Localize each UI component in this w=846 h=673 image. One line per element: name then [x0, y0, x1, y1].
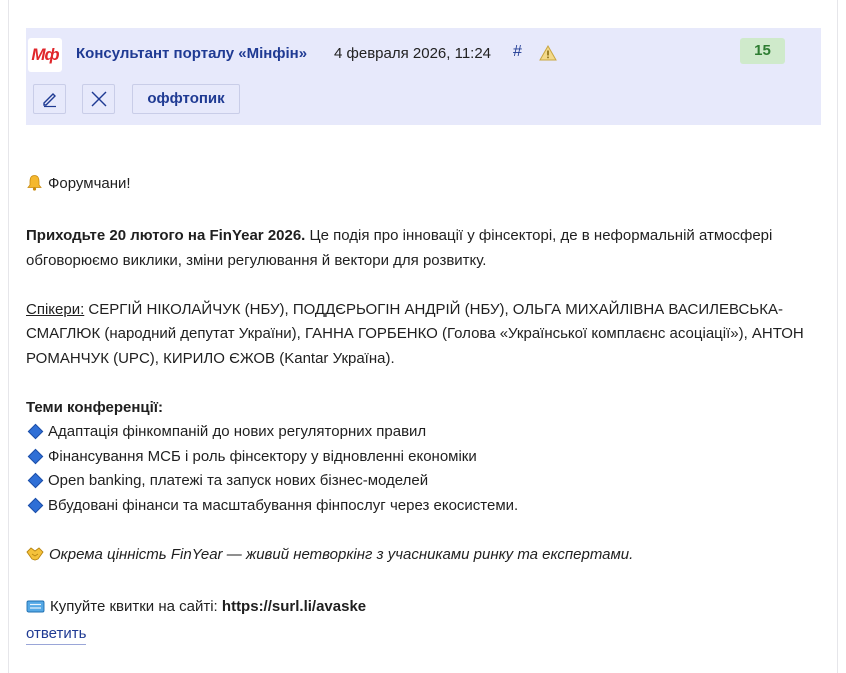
networking-text: Окрема цінність FinYear — живий нетворкі…: [49, 545, 634, 563]
topics-title: Теми конференції:: [26, 398, 164, 416]
intro-paragraph: Приходьте 20 лютого на FinYear 2026. Це …: [26, 224, 821, 273]
post-header: Мф Консультант порталу «Мінфін» 4 феврал…: [26, 28, 821, 125]
delete-button[interactable]: [82, 84, 115, 114]
handshake-icon: [26, 545, 44, 571]
post-date: 4 февраля 2026, 11:24: [334, 45, 492, 62]
greeting-text: Форумчани!: [48, 175, 131, 192]
speakers-text: СЕРГІЙ НІКОЛАЙЧУК (НБУ), ПОДДЄРЬОГІН АНД…: [26, 300, 804, 367]
tickets-line: Купуйте квитки на сайті: https://surl.li…: [26, 595, 821, 623]
tickets-link[interactable]: https://surl.li/avaske: [222, 598, 366, 615]
close-icon: [91, 91, 107, 107]
diamond-bullet-icon: [27, 423, 44, 440]
list-item: Open banking, платежі та запуск нових бі…: [26, 469, 821, 494]
reply-link[interactable]: ответить: [26, 625, 87, 645]
intro-bold: Приходьте 20 лютого на FinYear 2026.: [26, 227, 306, 244]
diamond-bullet-icon: [27, 497, 44, 513]
list-item: Адаптація фінкомпаній до нових регулятор…: [26, 420, 821, 445]
edit-button[interactable]: [33, 84, 66, 114]
greeting-line: Форумчани!: [26, 172, 821, 200]
diamond-bullet-icon: [27, 472, 44, 489]
speakers-paragraph: Спікери: СЕРГІЙ НІКОЛАЙЧУК (НБУ), ПОДДЄР…: [26, 298, 821, 372]
ticket-icon: [26, 598, 45, 623]
speakers-label: Спікери:: [26, 300, 85, 318]
offtopic-button[interactable]: оффтопик: [132, 84, 240, 114]
list-item: Фінансування МСБ і роль фінсектору у від…: [26, 445, 821, 470]
list-item: Вбудовані фінанси та масштабування фінпо…: [26, 494, 821, 519]
networking-line: Окрема цінність FinYear — живий нетворкі…: [26, 543, 821, 571]
permalink-link[interactable]: #: [513, 43, 522, 61]
topics-block: Теми конференції: Адаптація фінкомпаній …: [26, 396, 821, 519]
author-name-link[interactable]: Консультант порталу «Мінфін»: [76, 45, 307, 62]
diamond-bullet-icon: [27, 448, 44, 464]
warning-icon[interactable]: [539, 44, 557, 62]
author-logo[interactable]: Мф: [28, 38, 62, 72]
post-body: Форумчани! Приходьте 20 лютого на FinYea…: [26, 172, 821, 647]
bell-icon: [26, 174, 43, 200]
tickets-label: Купуйте квитки на сайті:: [50, 597, 222, 615]
rating-count-badge[interactable]: 15: [740, 38, 785, 64]
edit-icon: [43, 93, 56, 108]
